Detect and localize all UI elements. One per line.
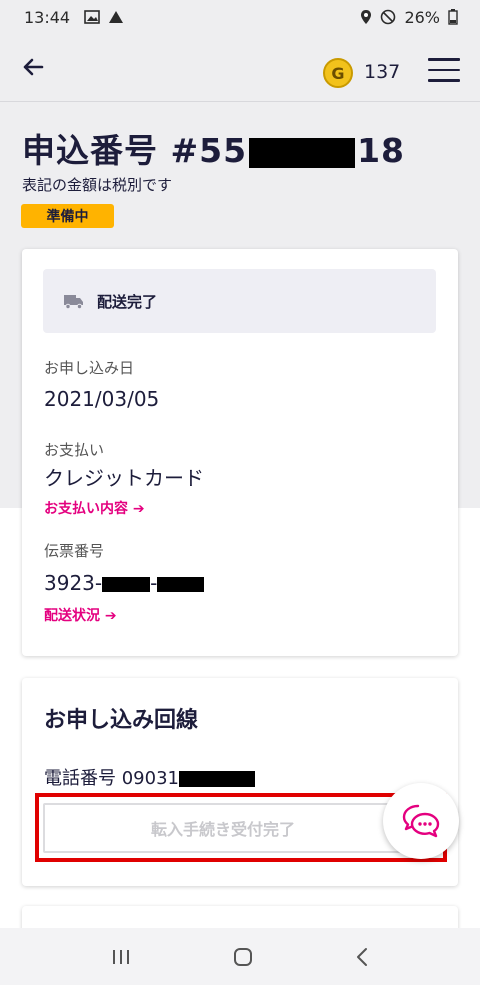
phone-number: 電話番号 09031 [44,764,255,790]
battery-icon [448,9,458,25]
do-not-disturb-icon [381,9,396,25]
app-header: G 137 [0,34,480,102]
slip-number-prefix: 3923- [44,571,103,595]
status-badge: 準備中 [21,204,114,228]
redaction-bar [102,577,151,592]
application-date-label: お申し込み日 [44,359,135,377]
coin-icon[interactable]: G [323,58,353,88]
status-time: 13:44 [24,7,71,27]
image-icon [84,10,100,24]
order-number-prefix: 申込番号 #55 [22,131,248,170]
payment-details-link[interactable]: お支払い内容 ➔ [44,498,145,518]
hamburger-menu-icon[interactable] [428,58,460,84]
application-date-value: 2021/03/05 [44,387,160,411]
back-arrow-icon[interactable] [18,52,48,82]
order-details-card: 配送完了 お申し込み日 2021/03/05 お支払い クレジットカード お支払… [22,249,458,656]
payment-label: お支払い [44,441,105,459]
warning-icon [109,11,124,23]
line-application-heading: お申し込み回線 [44,708,199,733]
order-number-suffix: 18 [357,131,405,170]
back-nav-icon[interactable] [355,947,369,967]
slip-number-label: 伝票番号 [44,542,105,560]
chat-bubbles-icon [402,804,440,838]
redaction-bar [157,577,205,592]
delivery-status-box: 配送完了 [43,269,436,333]
chat-button[interactable] [383,783,459,859]
slip-number-dash: - [150,571,158,595]
redaction-bar [178,771,255,787]
truck-icon [64,295,83,310]
home-icon[interactable] [232,946,254,968]
recent-apps-icon[interactable] [111,948,131,966]
tax-note: 表記の金額は税別です [22,176,173,194]
location-icon [361,10,372,24]
delivery-status-label: 配送完了 [97,292,158,311]
redaction-bar [249,137,356,168]
coin-count[interactable]: 137 [364,61,400,83]
payment-method-value: クレジットカード [44,466,204,490]
system-navigation-bar [0,928,480,985]
battery-percent: 26% [404,7,440,27]
page-title: 申込番号 #55 18 [22,124,405,172]
phone-number-label: 電話番号 09031 [44,768,179,789]
status-bar: 13:44 26% [0,0,480,34]
slip-number-value: 3923- - [44,571,205,595]
delivery-status-link[interactable]: 配送状況 ➔ [44,605,117,625]
